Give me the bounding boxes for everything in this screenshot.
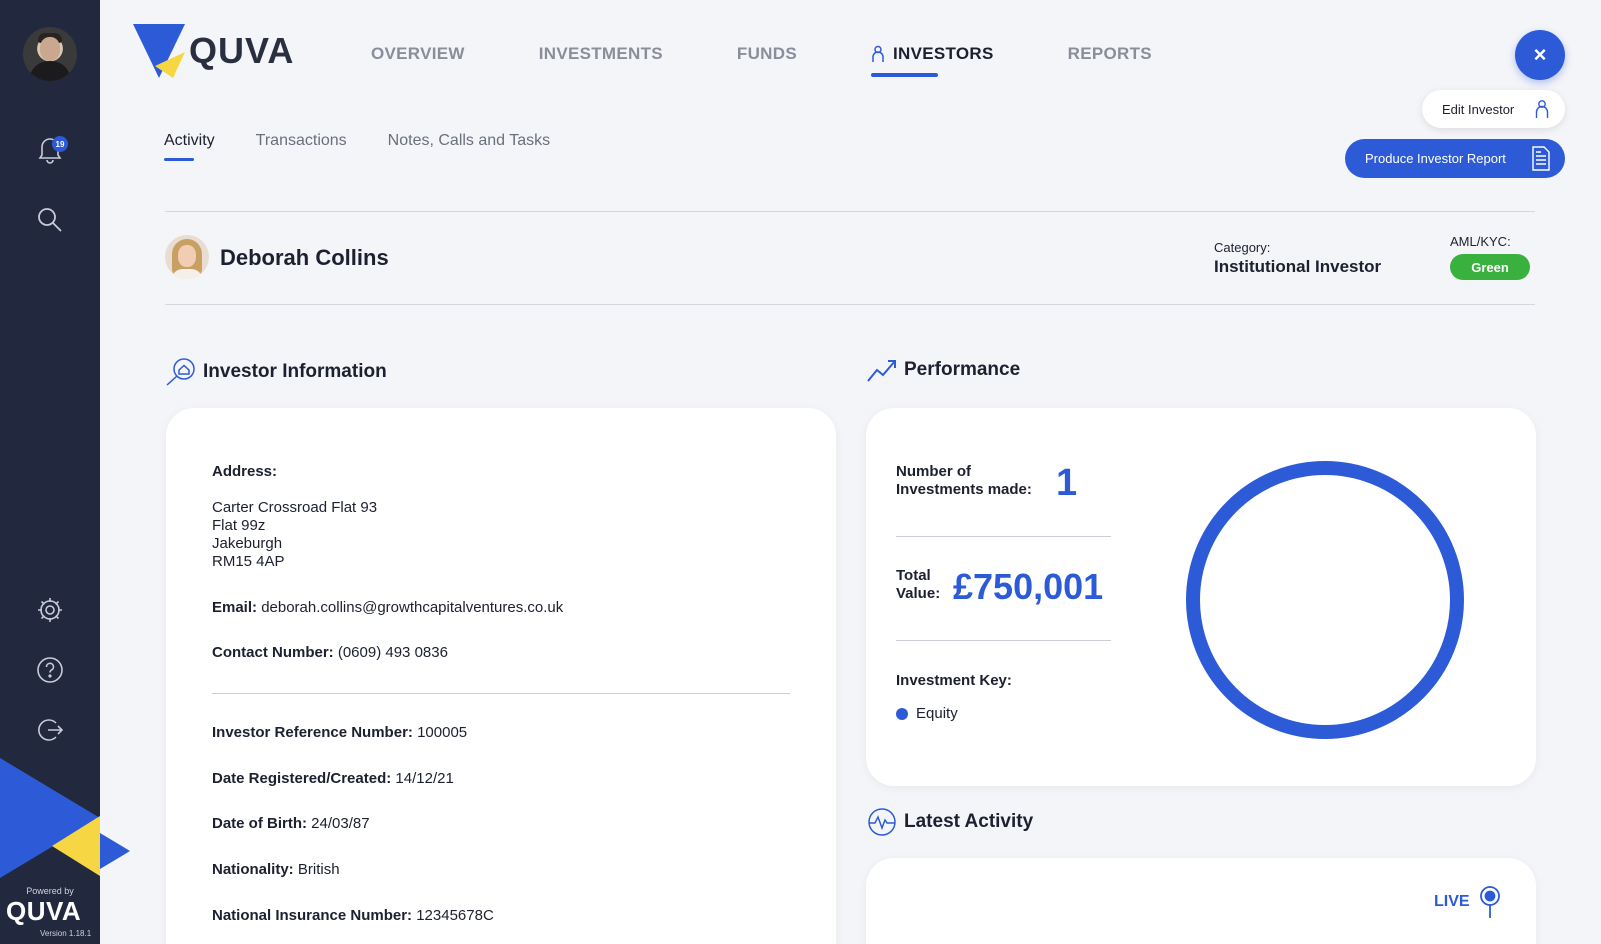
nav-overview[interactable]: OVERVIEW (371, 44, 465, 64)
tab-notes-calls-tasks[interactable]: Notes, Calls and Tasks (388, 132, 550, 150)
aml-status-badge: Green (1450, 254, 1530, 280)
heading-text: Performance (904, 359, 1021, 380)
heading-text: Investor Information (203, 361, 387, 382)
equity-key-label: Equity (916, 705, 958, 722)
total-value: £750,001 (953, 566, 1104, 607)
perf-separator (896, 536, 1111, 537)
total-value-label: Total Value: (896, 567, 941, 602)
main-nav: OVERVIEW INVESTMENTS FUNDS INVESTORS REP… (371, 44, 1226, 77)
quva-logo-icon (133, 24, 185, 78)
category-label: Category: (1214, 240, 1271, 255)
powered-logo: QUVA (6, 896, 82, 926)
contact-row: Contact Number: (0609) 493 0836 (212, 644, 448, 661)
notification-badge: 19 (52, 136, 68, 152)
divider (165, 304, 1535, 305)
trend-icon (867, 360, 896, 382)
perf-separator (896, 640, 1111, 641)
sidebar: 19 Powered by QUVA Version 1.18.1 (0, 0, 100, 944)
edit-investor-button[interactable]: Edit Investor (1422, 90, 1565, 128)
dob-row: Date of Birth: 24/03/87 (212, 815, 370, 832)
address-label: Address: (212, 463, 278, 480)
live-indicator[interactable]: LIVE (1434, 885, 1502, 919)
address-line: Carter Crossroad Flat 93 (212, 499, 378, 516)
category-value: Institutional Investor (1214, 257, 1382, 276)
investment-key-label: Investment Key: (896, 672, 1012, 689)
nav-label: FUNDS (736, 44, 797, 63)
nav-label: INVESTORS (892, 44, 994, 63)
quva-logo[interactable]: QUVA (133, 22, 294, 80)
user-avatar[interactable] (23, 27, 77, 81)
divider (165, 211, 1535, 212)
investments-made-label: Number of Investments made: (896, 463, 1032, 498)
investor-name: Deborah Collins (220, 245, 389, 270)
edit-investor-label: Edit Investor (1442, 101, 1515, 117)
performance-heading: Performance (866, 357, 1020, 383)
produce-report-button[interactable]: Produce Investor Report (1345, 139, 1565, 178)
nav-label: OVERVIEW (371, 44, 465, 63)
email-value[interactable]: deborah.collins@growthcapitalventures.co… (261, 599, 563, 616)
latest-activity-heading: Latest Activity (866, 807, 1033, 837)
person-icon (872, 45, 884, 62)
contact-value: (0609) 493 0836 (337, 644, 448, 661)
logo-text: QUVA (189, 30, 295, 71)
tab-activity[interactable]: Activity (164, 132, 215, 161)
nav-investments[interactable]: INVESTMENTS (539, 44, 663, 64)
nav-reports[interactable]: REPORTS (1068, 44, 1152, 64)
registered-row: Date Registered/Created: 14/12/21 (212, 770, 454, 787)
address-line: RM15 4AP (212, 553, 285, 570)
location-pin-icon (1479, 886, 1500, 918)
investments-made-value: 1 (1056, 462, 1078, 504)
donut-segment-equity[interactable] (1186, 461, 1464, 739)
tab-transactions[interactable]: Transactions (256, 132, 347, 150)
address-line: Flat 99z (212, 517, 266, 534)
close-button[interactable]: × (1515, 30, 1565, 80)
info-separator (212, 693, 790, 694)
produce-report-label: Produce Investor Report (1365, 151, 1506, 166)
nav-funds[interactable]: FUNDS (737, 44, 797, 64)
person-icon (1535, 100, 1549, 118)
nationality-row: Nationality: British (212, 861, 340, 878)
nav-label: REPORTS (1067, 44, 1152, 63)
nav-label: INVESTMENTS (538, 44, 663, 63)
investor-info-heading: Investor Information (165, 357, 387, 387)
gear-icon[interactable] (34, 594, 66, 626)
reference-row: Investor Reference Number: 100005 (212, 724, 468, 741)
version-label: Version 1.18.1 (40, 929, 92, 938)
investment-donut-chart (1186, 461, 1464, 739)
equity-key-dot (896, 708, 908, 720)
logout-icon[interactable] (34, 714, 66, 746)
email-row: Email: deborah.collins@growthcapitalvent… (212, 599, 564, 616)
heading-text: Latest Activity (904, 811, 1034, 832)
address-line: Jakeburgh (212, 535, 283, 552)
search-icon[interactable] (34, 204, 66, 236)
search-home-icon (166, 358, 195, 386)
investor-avatar (165, 235, 209, 279)
aml-label: AML/KYC: (1450, 234, 1511, 249)
powered-by-label: Powered by (26, 886, 74, 896)
activity-pulse-icon (868, 808, 896, 836)
brand-triangles-icon (0, 758, 100, 878)
live-label: LIVE (1434, 893, 1470, 910)
ni-row: National Insurance Number: 12345678C (212, 907, 494, 924)
brand-arrow-icon (100, 833, 130, 869)
document-icon (1532, 146, 1550, 171)
nav-investors[interactable]: INVESTORS (870, 44, 994, 77)
subtabs: Activity Transactions Notes, Calls and T… (164, 132, 591, 161)
help-icon[interactable] (34, 654, 66, 686)
